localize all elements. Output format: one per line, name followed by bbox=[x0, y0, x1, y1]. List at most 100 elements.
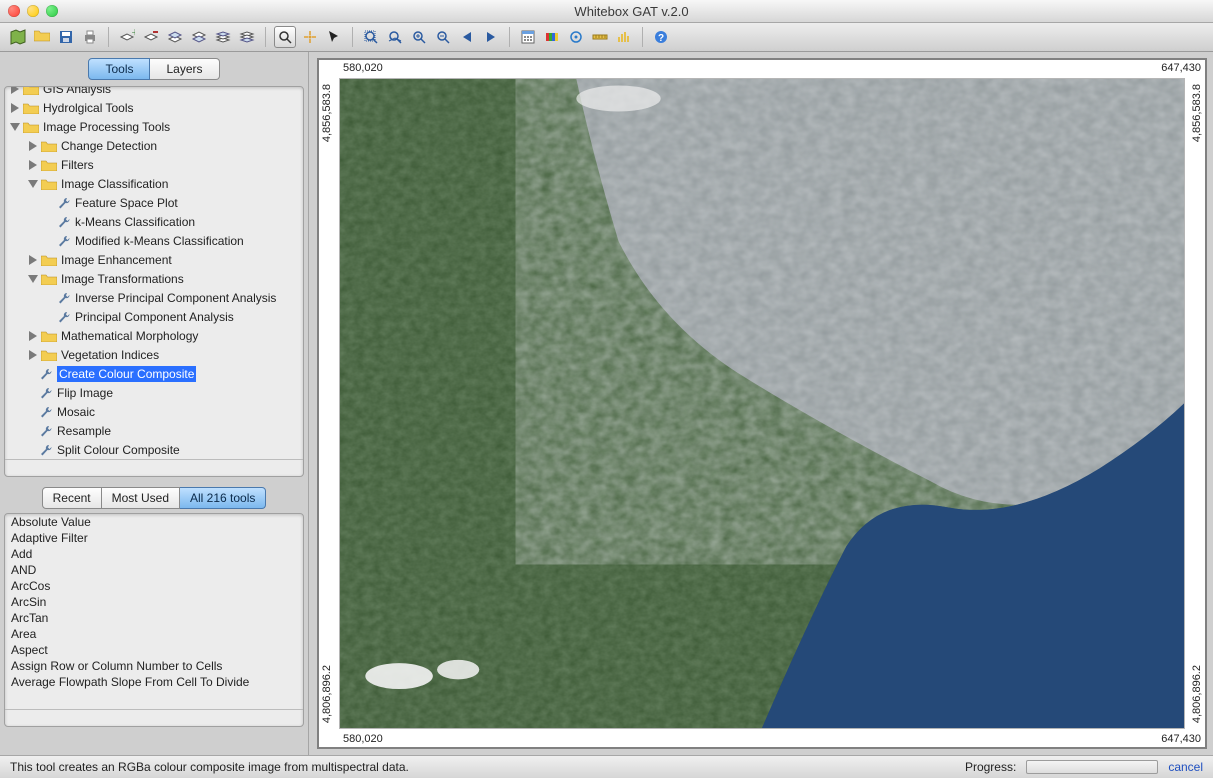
all-tools-list[interactable]: Absolute ValueAdaptive FilterAddANDArcCo… bbox=[5, 514, 303, 709]
tools-tree[interactable]: GIS AnalysisHydrolgical ToolsImage Proce… bbox=[5, 87, 303, 459]
disclosure-icon[interactable] bbox=[27, 330, 39, 342]
tree-item-label: Principal Component Analysis bbox=[75, 310, 234, 324]
tree-item-label: Image Classification bbox=[61, 177, 168, 191]
all-tools-panel: Absolute ValueAdaptive FilterAddANDArcCo… bbox=[4, 513, 304, 727]
disclosure-icon[interactable] bbox=[27, 273, 39, 285]
tree-folder[interactable]: Image Transformations bbox=[5, 269, 303, 288]
tree-hscroll[interactable] bbox=[5, 459, 303, 476]
list-item[interactable]: ArcTan bbox=[5, 610, 303, 626]
tree-item-label: Create Colour Composite bbox=[57, 366, 196, 382]
tree-tool[interactable]: Feature Space Plot bbox=[5, 193, 303, 212]
tab-layers[interactable]: Layers bbox=[150, 58, 219, 80]
tree-folder[interactable]: Image Enhancement bbox=[5, 250, 303, 269]
tree-folder[interactable]: GIS Analysis bbox=[5, 87, 303, 98]
list-item[interactable]: ArcSin bbox=[5, 594, 303, 610]
side-tabs: Tools Layers bbox=[4, 58, 304, 80]
print-icon[interactable] bbox=[80, 27, 100, 47]
zoom-box-icon[interactable] bbox=[274, 26, 296, 48]
tree-folder[interactable]: Vegetation Indices bbox=[5, 345, 303, 364]
add-layer-icon[interactable]: ＋ bbox=[117, 27, 137, 47]
minimize-window-icon[interactable] bbox=[27, 5, 39, 17]
disclosure-icon[interactable] bbox=[27, 349, 39, 361]
tree-tool[interactable]: Flip Image bbox=[5, 383, 303, 402]
tree-folder[interactable]: Change Detection bbox=[5, 136, 303, 155]
zoom-window-icon[interactable] bbox=[46, 5, 58, 17]
zoom-layer-icon[interactable] bbox=[385, 27, 405, 47]
tab-tools[interactable]: Tools bbox=[88, 58, 150, 80]
tab-recent[interactable]: Recent bbox=[42, 487, 102, 509]
list-item[interactable]: Area bbox=[5, 626, 303, 642]
histogram-icon[interactable] bbox=[614, 27, 634, 47]
tree-tool[interactable]: Mosaic bbox=[5, 402, 303, 421]
measure-icon[interactable] bbox=[590, 27, 610, 47]
disclosure-icon[interactable] bbox=[9, 87, 21, 95]
tree-folder[interactable]: Image Processing Tools bbox=[5, 117, 303, 136]
identify-icon[interactable] bbox=[566, 27, 586, 47]
side-panel: Tools Layers GIS AnalysisHydrolgical Too… bbox=[0, 52, 309, 755]
next-extent-icon[interactable] bbox=[481, 27, 501, 47]
coord-x-left-top: 580,020 bbox=[343, 62, 383, 74]
layer-bottom-icon[interactable] bbox=[237, 27, 257, 47]
layer-up-icon[interactable] bbox=[165, 27, 185, 47]
list-item[interactable]: Average Flowpath Slope From Cell To Divi… bbox=[5, 674, 303, 690]
list-item[interactable]: Aspect bbox=[5, 642, 303, 658]
toolbar: ＋ ? bbox=[0, 23, 1213, 52]
list-item[interactable]: Adaptive Filter bbox=[5, 530, 303, 546]
list-item[interactable]: ArcCos bbox=[5, 578, 303, 594]
window-title: Whitebox GAT v.2.0 bbox=[58, 4, 1205, 19]
disclosure-icon[interactable] bbox=[27, 254, 39, 266]
palette-icon[interactable] bbox=[542, 27, 562, 47]
tree-tool[interactable]: Create Colour Composite bbox=[5, 364, 303, 383]
help-icon[interactable]: ? bbox=[651, 27, 671, 47]
list-item[interactable]: Add bbox=[5, 546, 303, 562]
open-icon[interactable] bbox=[32, 27, 52, 47]
folder-icon bbox=[41, 178, 57, 190]
save-icon[interactable] bbox=[56, 27, 76, 47]
disclosure-icon[interactable] bbox=[9, 121, 21, 133]
disclosure-icon[interactable] bbox=[27, 178, 39, 190]
tree-tool[interactable]: Resample bbox=[5, 421, 303, 440]
disclosure-icon[interactable] bbox=[27, 140, 39, 152]
cancel-link[interactable]: cancel bbox=[1168, 760, 1203, 774]
tab-all-tools[interactable]: All 216 tools bbox=[180, 487, 266, 509]
close-window-icon[interactable] bbox=[8, 5, 20, 17]
map-icon[interactable] bbox=[8, 27, 28, 47]
zoom-in-icon[interactable] bbox=[409, 27, 429, 47]
disclosure-icon[interactable] bbox=[27, 159, 39, 171]
layer-top-icon[interactable] bbox=[213, 27, 233, 47]
layer-down-icon[interactable] bbox=[189, 27, 209, 47]
tree-folder[interactable]: Hydrolgical Tools bbox=[5, 98, 303, 117]
remove-layer-icon[interactable] bbox=[141, 27, 161, 47]
map-canvas[interactable] bbox=[339, 78, 1185, 729]
tree-folder[interactable]: Mathematical Morphology bbox=[5, 326, 303, 345]
tree-tool[interactable]: Modified k-Means Classification bbox=[5, 231, 303, 250]
zoom-out-icon[interactable] bbox=[433, 27, 453, 47]
tool-icon bbox=[57, 310, 71, 324]
tree-tool[interactable]: k-Means Classification bbox=[5, 212, 303, 231]
pan-icon[interactable] bbox=[300, 27, 320, 47]
tree-tool[interactable]: Inverse Principal Component Analysis bbox=[5, 288, 303, 307]
folder-icon bbox=[41, 159, 57, 171]
coord-y-bottom-right: 4,806,896.2 bbox=[1191, 665, 1203, 723]
coord-y-top-left: 4,856,583.8 bbox=[321, 84, 333, 142]
tree-folder[interactable]: Image Classification bbox=[5, 174, 303, 193]
list-item[interactable]: Assign Row or Column Number to Cells bbox=[5, 658, 303, 674]
tree-item-label: Vegetation Indices bbox=[61, 348, 159, 362]
tree-item-label: Filters bbox=[61, 158, 94, 172]
tree-tool[interactable]: Principal Component Analysis bbox=[5, 307, 303, 326]
window-controls bbox=[8, 5, 58, 17]
list-hscroll[interactable] bbox=[5, 709, 303, 726]
tree-folder[interactable]: Filters bbox=[5, 155, 303, 174]
prev-extent-icon[interactable] bbox=[457, 27, 477, 47]
disclosure-icon[interactable] bbox=[9, 102, 21, 114]
tab-most-used[interactable]: Most Used bbox=[102, 487, 180, 509]
raster-calc-icon[interactable] bbox=[518, 27, 538, 47]
tree-tool[interactable]: Split Colour Composite bbox=[5, 440, 303, 459]
folder-icon bbox=[41, 140, 57, 152]
list-item[interactable]: Absolute Value bbox=[5, 514, 303, 530]
folder-icon bbox=[41, 254, 57, 266]
select-icon[interactable] bbox=[324, 27, 344, 47]
folder-icon bbox=[23, 87, 39, 95]
list-item[interactable]: AND bbox=[5, 562, 303, 578]
zoom-full-icon[interactable] bbox=[361, 27, 381, 47]
